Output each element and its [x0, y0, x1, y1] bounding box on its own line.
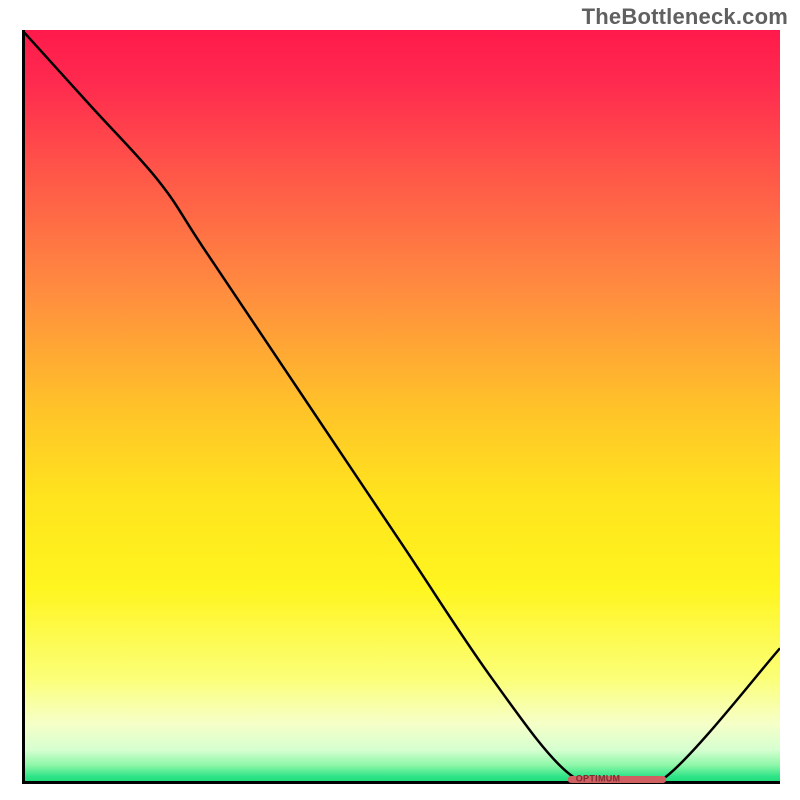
attribution-text: TheBottleneck.com — [582, 4, 788, 30]
optimum-label: OPTIMUM — [576, 773, 621, 783]
chart-background — [22, 30, 780, 784]
chart-plot: OPTIMUM — [22, 30, 780, 784]
chart-svg: OPTIMUM — [22, 30, 780, 784]
chart-container: TheBottleneck.com OPTIMUM — [0, 0, 800, 800]
